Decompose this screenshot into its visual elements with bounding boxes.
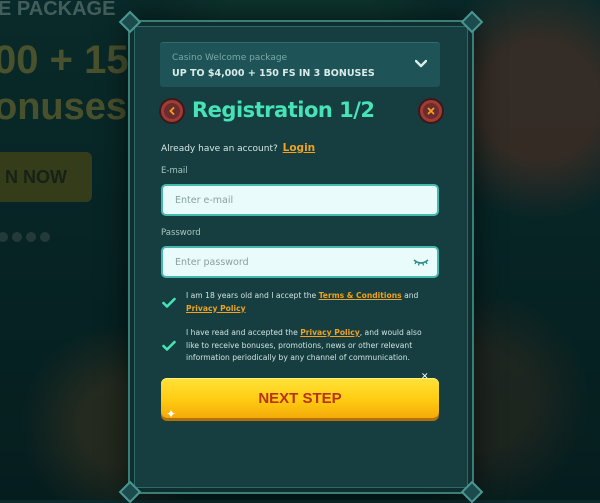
sparkle-icon: ✕ [421, 372, 429, 382]
checkmark-icon [162, 340, 176, 351]
next-step-button[interactable]: NEXT STEP [161, 378, 439, 418]
close-icon [427, 107, 435, 115]
password-field[interactable] [161, 246, 439, 278]
login-prompt-row: Already have an account? Login [161, 142, 315, 154]
welcome-package-dropdown[interactable]: Casino Welcome package UP TO $4,000 + 15… [160, 42, 440, 87]
password-input[interactable] [163, 248, 405, 276]
age-consent-checkbox[interactable] [161, 295, 177, 311]
chevron-down-icon[interactable] [412, 55, 430, 73]
privacy-policy-link-2[interactable]: Privacy Policy [300, 328, 360, 337]
back-button[interactable] [161, 100, 183, 122]
sparkle-icon: ✦ [166, 407, 177, 421]
privacy-policy-link[interactable]: Privacy Policy [186, 304, 246, 313]
close-button[interactable] [420, 100, 442, 122]
email-field[interactable] [161, 184, 439, 216]
age-consent-text: I am 18 years old and I accept the Terms… [186, 290, 426, 315]
login-prompt: Already have an account? [161, 144, 278, 154]
checkmark-icon [162, 297, 176, 308]
email-label: E-mail [161, 166, 188, 176]
login-link[interactable]: Login [283, 142, 316, 154]
marketing-consent-label: I have read and accepted the [186, 328, 298, 337]
terms-link[interactable]: Terms & Conditions [319, 291, 402, 300]
age-consent-label: I am 18 years old and I accept the [186, 291, 317, 300]
password-label: Password [161, 228, 201, 238]
age-consent-and: and [404, 291, 419, 300]
chevron-left-icon [169, 107, 175, 115]
marketing-consent-checkbox[interactable] [161, 338, 177, 354]
package-title: Casino Welcome package [172, 53, 288, 63]
eye-icon[interactable] [413, 257, 429, 267]
package-description: UP TO $4,000 + 150 FS IN 3 BONUSES [172, 68, 375, 79]
page-title: Registration 1/2 [192, 98, 375, 122]
email-input[interactable] [163, 186, 405, 214]
marketing-consent-text: I have read and accepted the Privacy Pol… [186, 327, 426, 365]
